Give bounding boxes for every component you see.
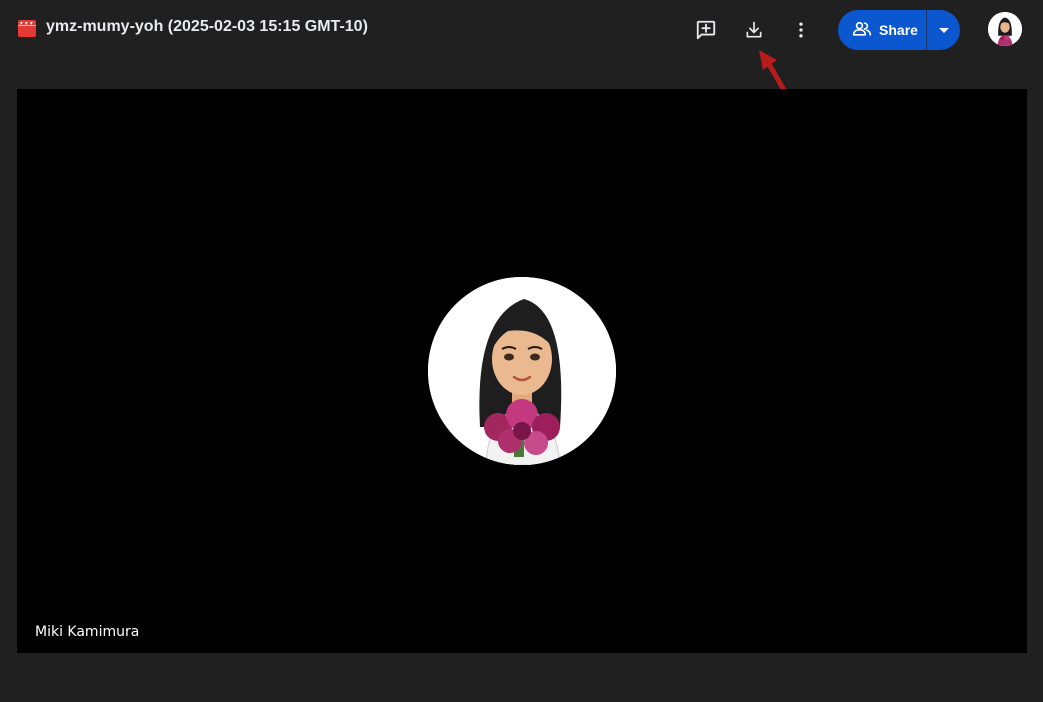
share-button[interactable]: Share: [838, 10, 926, 50]
participant-avatar: [428, 277, 616, 465]
download-icon: [744, 20, 764, 40]
participant-name: Miki Kamimura: [35, 624, 140, 640]
add-comment-button[interactable]: [688, 12, 724, 48]
share-button-group: Share: [838, 10, 960, 50]
share-label: Share: [879, 22, 918, 38]
account-avatar[interactable]: [988, 12, 1022, 46]
more-options-button[interactable]: [783, 12, 819, 48]
video-player[interactable]: Miki Kamimura: [17, 89, 1027, 653]
share-dropdown-button[interactable]: [927, 10, 960, 50]
file-title: ymz-mumy-yoh (2025-02-03 15:15 GMT-10): [46, 18, 368, 35]
caret-down-icon: [938, 21, 949, 39]
add-comment-icon: [695, 19, 717, 41]
top-bar: ymz-mumy-yoh (2025-02-03 15:15 GMT-10) S…: [0, 0, 1043, 60]
share-divider: [926, 10, 927, 50]
video-file-icon: [18, 20, 36, 37]
download-button[interactable]: [736, 12, 772, 48]
more-vert-icon: [791, 20, 811, 40]
people-icon: [852, 21, 872, 40]
